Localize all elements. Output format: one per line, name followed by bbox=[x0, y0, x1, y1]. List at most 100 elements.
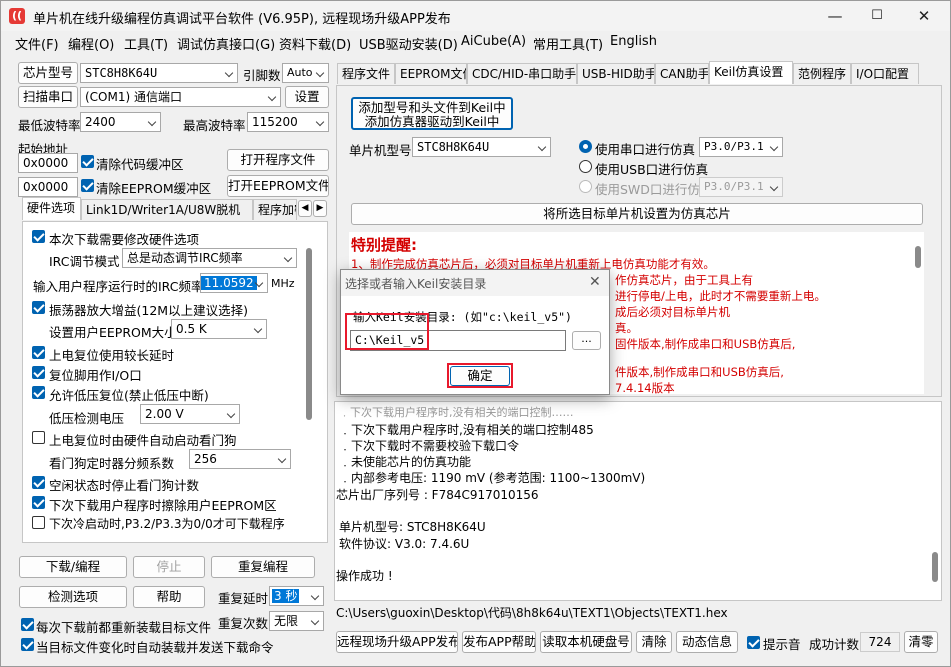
swd-sim-radio[interactable] bbox=[579, 180, 592, 193]
close-button[interactable]: ✕ bbox=[901, 1, 947, 31]
usb-sim-radio[interactable] bbox=[579, 160, 592, 173]
open-program-file-button[interactable]: 打开程序文件 bbox=[227, 149, 329, 171]
open-eeprom-file-button[interactable]: 打开EEPROM文件 bbox=[227, 175, 329, 197]
publish-app-button[interactable]: 远程现场升级APP发布 bbox=[336, 631, 458, 653]
auto-reload-checkbox[interactable] bbox=[21, 638, 34, 651]
tab-hardware-options[interactable]: 硬件选项 bbox=[22, 197, 81, 220]
tab-encryption[interactable]: 程序加密后 bbox=[253, 199, 297, 220]
irc-freq-unit: MHz bbox=[271, 277, 295, 290]
reset-count-button[interactable]: 清零 bbox=[904, 631, 938, 653]
min-baud-select[interactable]: 2400 bbox=[80, 112, 161, 132]
menu-debug[interactable]: 调试仿真接口(G) bbox=[177, 34, 275, 53]
lvr-label: 允许低压复位(禁止低压中断) bbox=[49, 388, 209, 403]
clear-code-checkbox[interactable] bbox=[81, 155, 94, 168]
menu-file[interactable]: 文件(F) bbox=[15, 34, 59, 53]
add-to-keil-button[interactable]: 添加型号和头文件到Keil中 添加仿真器驱动到Keil中 bbox=[351, 97, 513, 130]
log-scrollbar[interactable] bbox=[932, 552, 938, 582]
add-to-keil-line-1: 添加型号和头文件到Keil中 bbox=[358, 100, 506, 115]
clear-code-label: 清除代码缓冲区 bbox=[96, 157, 184, 172]
max-baud-select[interactable]: 115200 bbox=[247, 112, 329, 132]
scan-port-button[interactable]: 扫描串口 bbox=[18, 86, 78, 108]
eeprom-size-select[interactable]: 0.5 K bbox=[171, 319, 267, 339]
read-disk-id-button[interactable]: 读取本机硬盘号 bbox=[540, 631, 632, 653]
notice-title: 特别提醒: bbox=[351, 236, 417, 254]
tab-io-config[interactable]: I/O口配置 bbox=[851, 63, 919, 84]
menu-downloads[interactable]: 资料下载(D) bbox=[279, 34, 351, 53]
window-title: 单片机在线升级编程仿真调试平台软件 (V6.95P), 远程现场升级APP发布 bbox=[33, 12, 451, 27]
mcu-model-select[interactable]: STC8H8K64U bbox=[412, 137, 551, 157]
tab-link1d-offline[interactable]: Link1D/Writer1A/U8W脱机 bbox=[81, 199, 253, 220]
erase-eeprom-checkbox[interactable] bbox=[32, 496, 45, 509]
chip-model-button[interactable]: 芯片型号 bbox=[18, 62, 78, 84]
tab-scroll-left-icon[interactable]: ◀ bbox=[298, 200, 312, 217]
max-baud-label: 最高波特率 bbox=[183, 118, 246, 133]
menu-bar: 文件(F) 编程(O) 工具(T) 调试仿真接口(G) 资料下载(D) USB驱… bbox=[1, 31, 950, 53]
start-address-input-1[interactable]: 0x0000 bbox=[18, 153, 78, 173]
irc-mode-select[interactable]: 总是动态调节IRC频率 bbox=[122, 248, 297, 268]
repeat-delay-select[interactable]: 3 秒 bbox=[269, 586, 324, 606]
app-help-button[interactable]: 发布APP帮助 bbox=[462, 631, 536, 653]
wdt-auto-label: 上电复位时由硬件自动启动看门狗 bbox=[49, 433, 237, 448]
beep-checkbox[interactable] bbox=[747, 636, 760, 649]
tab-scroll-right-icon[interactable]: ▶ bbox=[313, 200, 327, 217]
beep-label: 提示音 bbox=[763, 637, 801, 652]
main-window: (( 单片机在线升级编程仿真调试平台软件 (V6.95P), 远程现场升级APP… bbox=[0, 0, 951, 667]
clear-eeprom-checkbox[interactable] bbox=[81, 179, 94, 192]
tab-program-file[interactable]: 程序文件 bbox=[337, 63, 395, 84]
long-delay-checkbox[interactable] bbox=[32, 346, 45, 359]
tab-examples[interactable]: 范例程序 bbox=[793, 63, 851, 84]
options-scrollbar[interactable] bbox=[306, 248, 312, 420]
tab-usb-hid[interactable]: USB-HID助手 bbox=[577, 63, 655, 84]
cold-boot-checkbox[interactable] bbox=[32, 516, 45, 529]
menu-aicube[interactable]: AiCube(A) bbox=[461, 34, 526, 49]
pin-count-select[interactable]: Auto bbox=[282, 63, 329, 83]
idle-wdt-checkbox[interactable] bbox=[32, 476, 45, 489]
clear-log-button[interactable]: 清除 bbox=[636, 631, 672, 653]
maximize-button[interactable]: ☐ bbox=[854, 1, 900, 31]
download-button[interactable]: 下载/编程 bbox=[19, 556, 127, 578]
dynamic-info-button[interactable]: 动态信息 bbox=[676, 631, 738, 653]
repeat-count-select[interactable]: 无限 bbox=[269, 611, 324, 631]
repeat-program-button[interactable]: 重复编程 bbox=[211, 556, 315, 578]
settings-button[interactable]: 设置 bbox=[285, 86, 329, 108]
tab-eeprom-file[interactable]: EEPROM文件 bbox=[395, 63, 467, 84]
swd-pins-select[interactable]: P3.0/P3.1 bbox=[699, 177, 783, 197]
menu-common-tools[interactable]: 常用工具(T) bbox=[533, 34, 603, 53]
minimize-button[interactable]: — bbox=[812, 1, 858, 31]
idle-wdt-label: 空闲状态时停止看门狗计数 bbox=[49, 478, 200, 493]
lvd-select[interactable]: 2.00 V bbox=[140, 404, 240, 424]
check-options-button[interactable]: 检测选项 bbox=[19, 586, 127, 608]
help-button[interactable]: 帮助 bbox=[133, 586, 205, 608]
wdt-div-select[interactable]: 256 bbox=[189, 449, 291, 469]
reload-each-checkbox[interactable] bbox=[21, 618, 34, 631]
log-line: ﹒未使能芯片的仿真功能 bbox=[339, 455, 472, 469]
menu-tools[interactable]: 工具(T) bbox=[124, 34, 168, 53]
tab-can[interactable]: CAN助手 bbox=[655, 63, 709, 84]
lvr-checkbox[interactable] bbox=[32, 386, 45, 399]
notice-scrollbar[interactable] bbox=[915, 246, 921, 268]
start-address-input-2[interactable]: 0x0000 bbox=[18, 177, 78, 197]
port-select[interactable]: (COM1) 通信端口 bbox=[80, 87, 281, 107]
serial-sim-radio[interactable] bbox=[579, 140, 592, 153]
osc-gain-checkbox[interactable] bbox=[32, 301, 45, 314]
log-line: ﹒内部参考电压: 1190 mV (参考范围: 1100~1300mV) bbox=[339, 471, 646, 485]
log-line: 软件协议: V3.0: 7.4.6U bbox=[339, 537, 470, 551]
tab-keil-sim[interactable]: Keil仿真设置 bbox=[709, 61, 793, 84]
success-count-value: 724 bbox=[860, 632, 900, 652]
tab-cdc-hid-serial[interactable]: CDC/HID-串口助手 bbox=[467, 63, 577, 84]
dialog-close-icon[interactable]: ✕ bbox=[589, 274, 601, 290]
reload-each-label: 每次下载前都重新装载目标文件 bbox=[36, 620, 212, 635]
serial-pins-select[interactable]: P3.0/P3.1 bbox=[699, 137, 783, 157]
reset-io-checkbox[interactable] bbox=[32, 366, 45, 379]
menu-program[interactable]: 编程(O) bbox=[68, 34, 114, 53]
stop-button[interactable]: 停止 bbox=[133, 556, 205, 578]
irc-freq-select[interactable]: 11.0592 bbox=[200, 273, 268, 293]
update-hw-checkbox[interactable] bbox=[32, 230, 45, 243]
menu-english[interactable]: English bbox=[610, 34, 657, 49]
wdt-auto-checkbox[interactable] bbox=[32, 431, 45, 444]
menu-usb-driver[interactable]: USB驱动安装(D) bbox=[359, 34, 458, 53]
set-sim-chip-button[interactable]: 将所选目标单片机设置为仿真芯片 bbox=[351, 203, 923, 225]
notice-line-8: 7.4.14版本 bbox=[615, 381, 675, 394]
browse-button[interactable]: ... bbox=[572, 331, 601, 350]
chip-model-select[interactable]: STC8H8K64U bbox=[80, 63, 238, 83]
